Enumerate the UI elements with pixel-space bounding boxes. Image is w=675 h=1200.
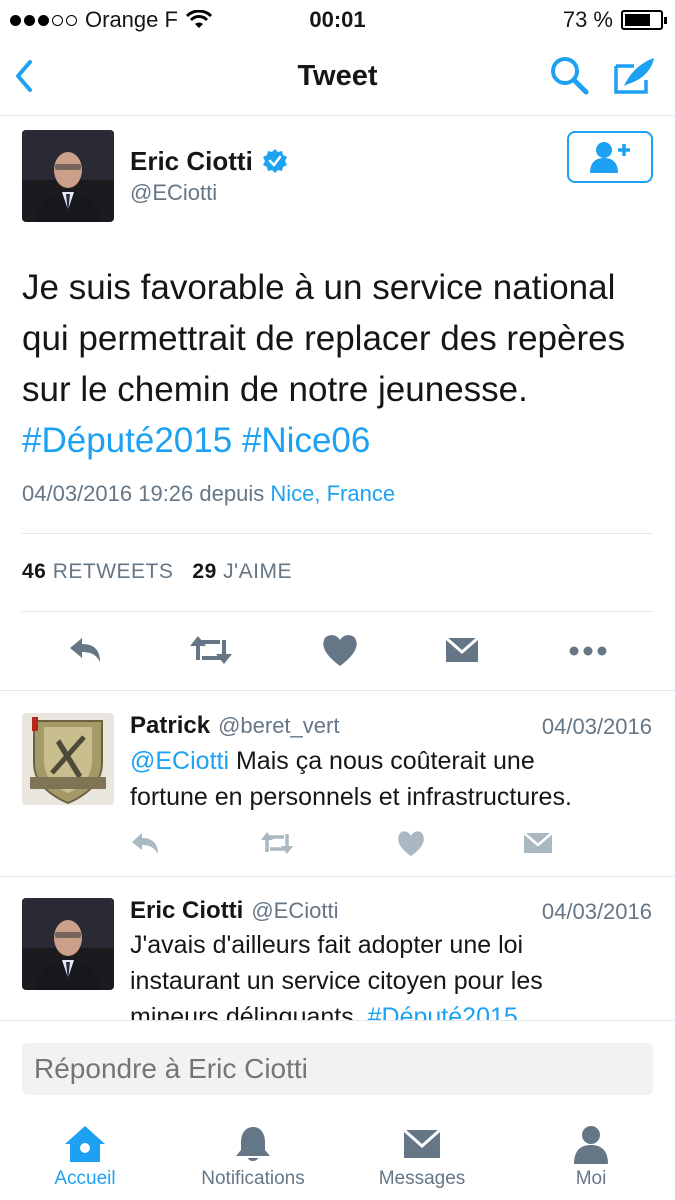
follow-button[interactable] xyxy=(567,131,653,183)
reply-text-line: J'avais d'ailleurs fait adopter une loi xyxy=(130,931,524,959)
battery-icon xyxy=(621,10,667,30)
reply-author-name[interactable]: Eric Ciotti xyxy=(130,897,243,924)
tweet-meta: 04/03/2016 19:26 depuis Nice, France xyxy=(22,481,395,507)
reply-icon[interactable] xyxy=(66,630,106,670)
reply-author[interactable]: Eric Ciotti @ECiotti xyxy=(130,897,338,925)
reply-text-line: Mais ça nous coûterait une xyxy=(229,747,535,775)
nav-bar: Tweet xyxy=(0,40,675,116)
add-user-icon xyxy=(590,142,630,173)
home-icon xyxy=(65,1126,105,1162)
hashtag-link[interactable]: #Député2015 xyxy=(368,1003,518,1020)
author-avatar[interactable] xyxy=(22,130,114,222)
reply-author-name[interactable]: Patrick xyxy=(130,712,210,739)
tweet-location-link[interactable]: Nice, France xyxy=(270,481,395,506)
mention-link[interactable]: @ECiotti xyxy=(130,747,229,775)
divider xyxy=(22,533,653,534)
tweet-timestamp: 04/03/2016 19:26 depuis xyxy=(22,481,265,506)
bell-icon xyxy=(236,1127,270,1161)
tweet-actions xyxy=(0,630,675,674)
status-right: 73 % xyxy=(562,7,667,33)
reply-text: J'avais d'ailleurs fait adopter une loi … xyxy=(130,927,660,1020)
tab-label: Messages xyxy=(378,1168,466,1189)
tab-label: Notifications xyxy=(201,1168,305,1189)
reply-text-line: instaurant un service citoyen pour les xyxy=(130,967,543,995)
reply-avatar[interactable] xyxy=(22,898,114,990)
retweet-label[interactable]: RETWEETS xyxy=(53,560,174,583)
tweet-text-line: qui permettrait de replacer des repères xyxy=(22,319,626,358)
retweet-icon[interactable] xyxy=(260,828,294,858)
author-handle[interactable]: @ECiotti xyxy=(130,180,217,206)
like-heart-icon[interactable] xyxy=(320,630,360,670)
reply-date: 04/03/2016 xyxy=(541,899,652,924)
tweet-text-line: sur le chemin de notre jeunesse. xyxy=(22,370,528,409)
hashtag-link[interactable]: #Député2015 xyxy=(22,421,232,460)
tweet-text-line: Je suis favorable à un service national xyxy=(22,268,616,307)
like-count[interactable]: 29 xyxy=(192,560,216,583)
search-icon[interactable] xyxy=(548,54,590,96)
hashtag-link[interactable]: #Nice06 xyxy=(242,421,370,460)
tab-bar: Accueil Notifications Messages Moi xyxy=(0,1110,675,1200)
author-name[interactable]: Eric Ciotti xyxy=(130,146,253,177)
envelope-icon xyxy=(403,1128,441,1158)
reply-date: 04/03/2016 xyxy=(541,714,652,739)
retweet-count[interactable]: 46 xyxy=(22,560,46,583)
direct-message-icon[interactable] xyxy=(444,630,480,670)
like-label[interactable]: J'AIME xyxy=(223,560,292,583)
reply-bar xyxy=(0,1020,675,1110)
reply-author[interactable]: Patrick @beret_vert xyxy=(130,712,339,740)
compose-tweet-icon[interactable] xyxy=(612,54,658,96)
reply-avatar[interactable] xyxy=(22,713,114,805)
tab-notifications[interactable]: Notifications xyxy=(178,1124,328,1190)
tab-label: Moi xyxy=(575,1168,607,1189)
retweet-icon[interactable] xyxy=(190,630,232,670)
like-heart-icon[interactable] xyxy=(395,828,427,858)
tab-me[interactable]: Moi xyxy=(516,1124,666,1190)
reply-icon[interactable] xyxy=(130,828,162,858)
more-options-icon[interactable] xyxy=(568,630,608,670)
divider xyxy=(0,690,675,691)
person-icon xyxy=(574,1126,608,1164)
tweet-stats: 46 RETWEETS 29 J'AIME xyxy=(22,560,292,584)
reply-author-handle[interactable]: @beret_vert xyxy=(218,713,339,738)
verified-badge-icon xyxy=(263,149,287,173)
divider xyxy=(0,876,675,877)
reply-author-handle[interactable]: @ECiotti xyxy=(251,898,338,923)
status-bar: Orange F 00:01 73 % xyxy=(0,0,675,40)
tab-label: Accueil xyxy=(54,1168,116,1189)
reply-text: @ECiotti Mais ça nous coûterait une fort… xyxy=(130,743,660,815)
direct-message-icon[interactable] xyxy=(522,828,554,858)
reply-text-line: fortune en personnels et infrastructures… xyxy=(130,783,572,811)
tweet-text: Je suis favorable à un service national … xyxy=(22,262,662,466)
reply-input[interactable] xyxy=(22,1043,653,1095)
tab-messages[interactable]: Messages xyxy=(347,1124,497,1190)
reply-text-line: mineurs délinquants. xyxy=(130,1003,368,1020)
battery-percent: 73 % xyxy=(562,7,613,32)
tab-home[interactable]: Accueil xyxy=(10,1124,160,1190)
divider xyxy=(22,611,653,612)
